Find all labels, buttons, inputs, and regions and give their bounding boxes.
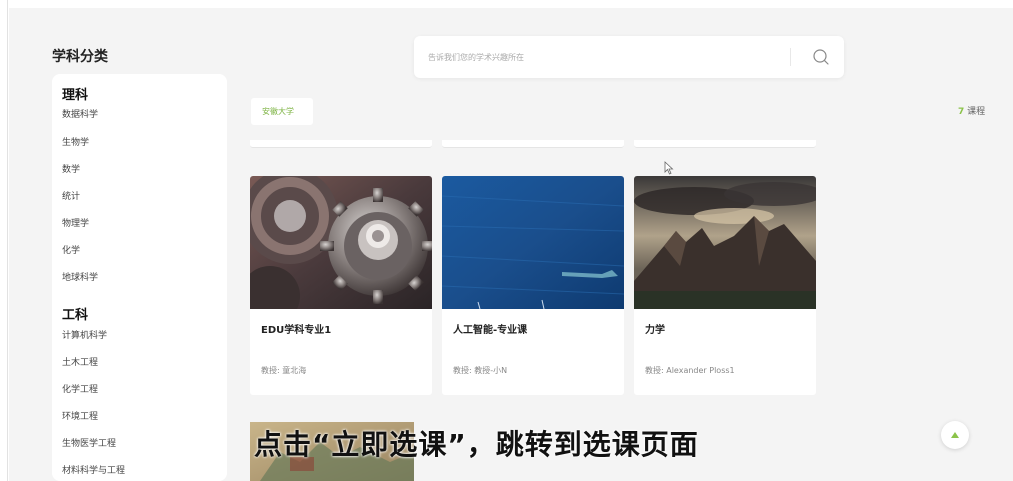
course-image-gears [250, 176, 432, 309]
course-count-unit: 课程 [967, 107, 986, 117]
course-card-partial[interactable] [634, 140, 816, 148]
sidebar-item-data-science[interactable]: 数据科学 [62, 107, 98, 120]
university-filter-tag[interactable]: 安徽大学 [251, 98, 313, 125]
back-to-top-button[interactable] [941, 421, 969, 449]
search-icon[interactable] [812, 48, 830, 66]
course-card-partial[interactable] [250, 140, 432, 148]
course-count: 7 课程 [958, 104, 985, 117]
course-image-mountains [634, 176, 816, 309]
sidebar-item-math[interactable]: 数学 [62, 162, 80, 175]
sidebar-item-chemical-engineering[interactable]: 化学工程 [62, 382, 98, 395]
search-bar [414, 36, 844, 78]
category-group-engineering: 工科 [62, 308, 89, 323]
course-card[interactable]: EDU学科专业1 教授: 童北海 [250, 176, 432, 395]
course-count-number: 7 [958, 107, 965, 117]
course-title[interactable]: 人工智能-专业课 [453, 321, 527, 336]
sidebar-item-physics[interactable]: 物理学 [62, 216, 89, 229]
sidebar-item-statistics[interactable]: 统计 [62, 189, 80, 202]
mouse-cursor-icon [664, 161, 674, 175]
course-teacher: 教授: 教授-小N [453, 366, 508, 375]
sidebar-item-earth-science[interactable]: 地球科学 [62, 270, 98, 283]
category-group-science: 理科 [62, 88, 89, 103]
arrow-up-icon [951, 432, 959, 438]
search-input[interactable] [428, 49, 788, 65]
sidebar-item-civil-engineering[interactable]: 土木工程 [62, 355, 98, 368]
course-image-ocean [442, 176, 624, 309]
search-divider [790, 48, 791, 66]
course-title[interactable]: EDU学科专业1 [261, 321, 331, 336]
course-card-partial[interactable] [442, 140, 624, 148]
sidebar-title: 学科分类 [52, 49, 108, 65]
sidebar-item-materials-science[interactable]: 材料科学与工程 [62, 463, 125, 476]
course-teacher: 教授: Alexander Ploss1 [645, 366, 735, 375]
sidebar-item-biomedical-engineering[interactable]: 生物医学工程 [62, 436, 116, 449]
course-card[interactable]: 力学 教授: Alexander Ploss1 [634, 176, 816, 395]
sidebar-item-computer-science[interactable]: 计算机科学 [62, 328, 107, 341]
sidebar-item-environmental-engineering[interactable]: 环境工程 [62, 409, 98, 422]
course-teacher: 教授: 童北海 [261, 366, 307, 375]
sidebar-item-chemistry[interactable]: 化学 [62, 243, 80, 256]
sidebar-item-biology[interactable]: 生物学 [62, 135, 89, 148]
course-card[interactable]: 人工智能-专业课 教授: 教授-小N [442, 176, 624, 395]
course-title[interactable]: 力学 [645, 321, 665, 336]
window-edge [0, 0, 8, 481]
video-subtitle: 点击“立即选课”，跳转到选课页面 [254, 428, 699, 461]
